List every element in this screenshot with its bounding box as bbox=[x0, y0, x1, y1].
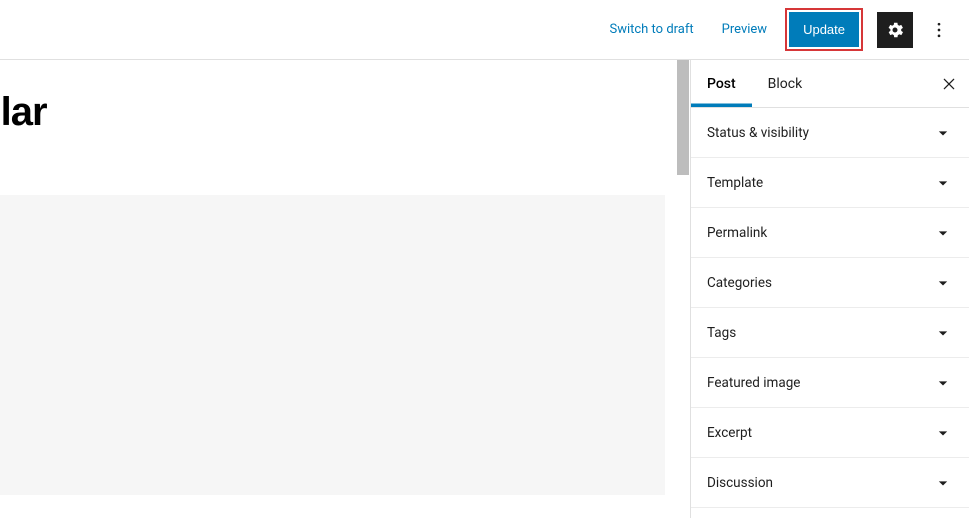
panel-permalink[interactable]: Permalink bbox=[691, 208, 969, 258]
settings-button[interactable] bbox=[877, 12, 913, 48]
panel-status-visibility[interactable]: Status & visibility bbox=[691, 108, 969, 158]
chevron-down-icon bbox=[933, 423, 953, 443]
chevron-down-icon bbox=[933, 173, 953, 193]
chevron-down-icon bbox=[933, 223, 953, 243]
gear-icon bbox=[885, 20, 905, 40]
chevron-down-icon bbox=[933, 323, 953, 343]
panel-label: Status & visibility bbox=[707, 125, 809, 141]
content-canvas[interactable]: ntor bbox=[0, 195, 665, 495]
update-button[interactable]: Update bbox=[789, 12, 859, 47]
body-area: y Is It So Popular ntor Post Block Statu… bbox=[0, 60, 969, 518]
panel-label: Template bbox=[707, 175, 763, 191]
preview-link[interactable]: Preview bbox=[712, 14, 777, 45]
panel-label: Permalink bbox=[707, 225, 767, 241]
close-icon bbox=[940, 75, 958, 93]
panel-label: Excerpt bbox=[707, 425, 752, 441]
tab-post[interactable]: Post bbox=[691, 60, 752, 107]
chevron-down-icon bbox=[933, 473, 953, 493]
panel-template[interactable]: Template bbox=[691, 158, 969, 208]
more-vertical-icon bbox=[929, 20, 949, 40]
panel-featured-image[interactable]: Featured image bbox=[691, 358, 969, 408]
panel-label: Featured image bbox=[707, 375, 800, 391]
chevron-down-icon bbox=[933, 373, 953, 393]
panel-list: Status & visibility Template Permalink C… bbox=[691, 108, 969, 518]
panel-label: Tags bbox=[707, 325, 736, 341]
panel-label: Categories bbox=[707, 275, 772, 291]
settings-sidebar: Post Block Status & visibility Template … bbox=[690, 60, 969, 518]
update-highlight: Update bbox=[785, 8, 863, 51]
top-bar: Switch to draft Preview Update bbox=[0, 0, 969, 60]
panel-excerpt[interactable]: Excerpt bbox=[691, 408, 969, 458]
chevron-down-icon bbox=[933, 273, 953, 293]
editor-scrollbar-thumb[interactable] bbox=[677, 60, 689, 175]
editor-scrollbar-track[interactable] bbox=[676, 60, 690, 518]
panel-categories[interactable]: Categories bbox=[691, 258, 969, 308]
panel-tags[interactable]: Tags bbox=[691, 308, 969, 358]
chevron-down-icon bbox=[933, 123, 953, 143]
close-sidebar-button[interactable] bbox=[929, 60, 969, 107]
post-title[interactable]: y Is It So Popular bbox=[0, 60, 678, 165]
panel-discussion[interactable]: Discussion bbox=[691, 458, 969, 508]
editor-area: y Is It So Popular ntor bbox=[0, 60, 690, 518]
sidebar-tabs: Post Block bbox=[691, 60, 969, 108]
more-options-button[interactable] bbox=[921, 12, 957, 48]
switch-to-draft-link[interactable]: Switch to draft bbox=[599, 14, 703, 45]
panel-label: Discussion bbox=[707, 475, 773, 491]
tab-block[interactable]: Block bbox=[752, 60, 819, 107]
